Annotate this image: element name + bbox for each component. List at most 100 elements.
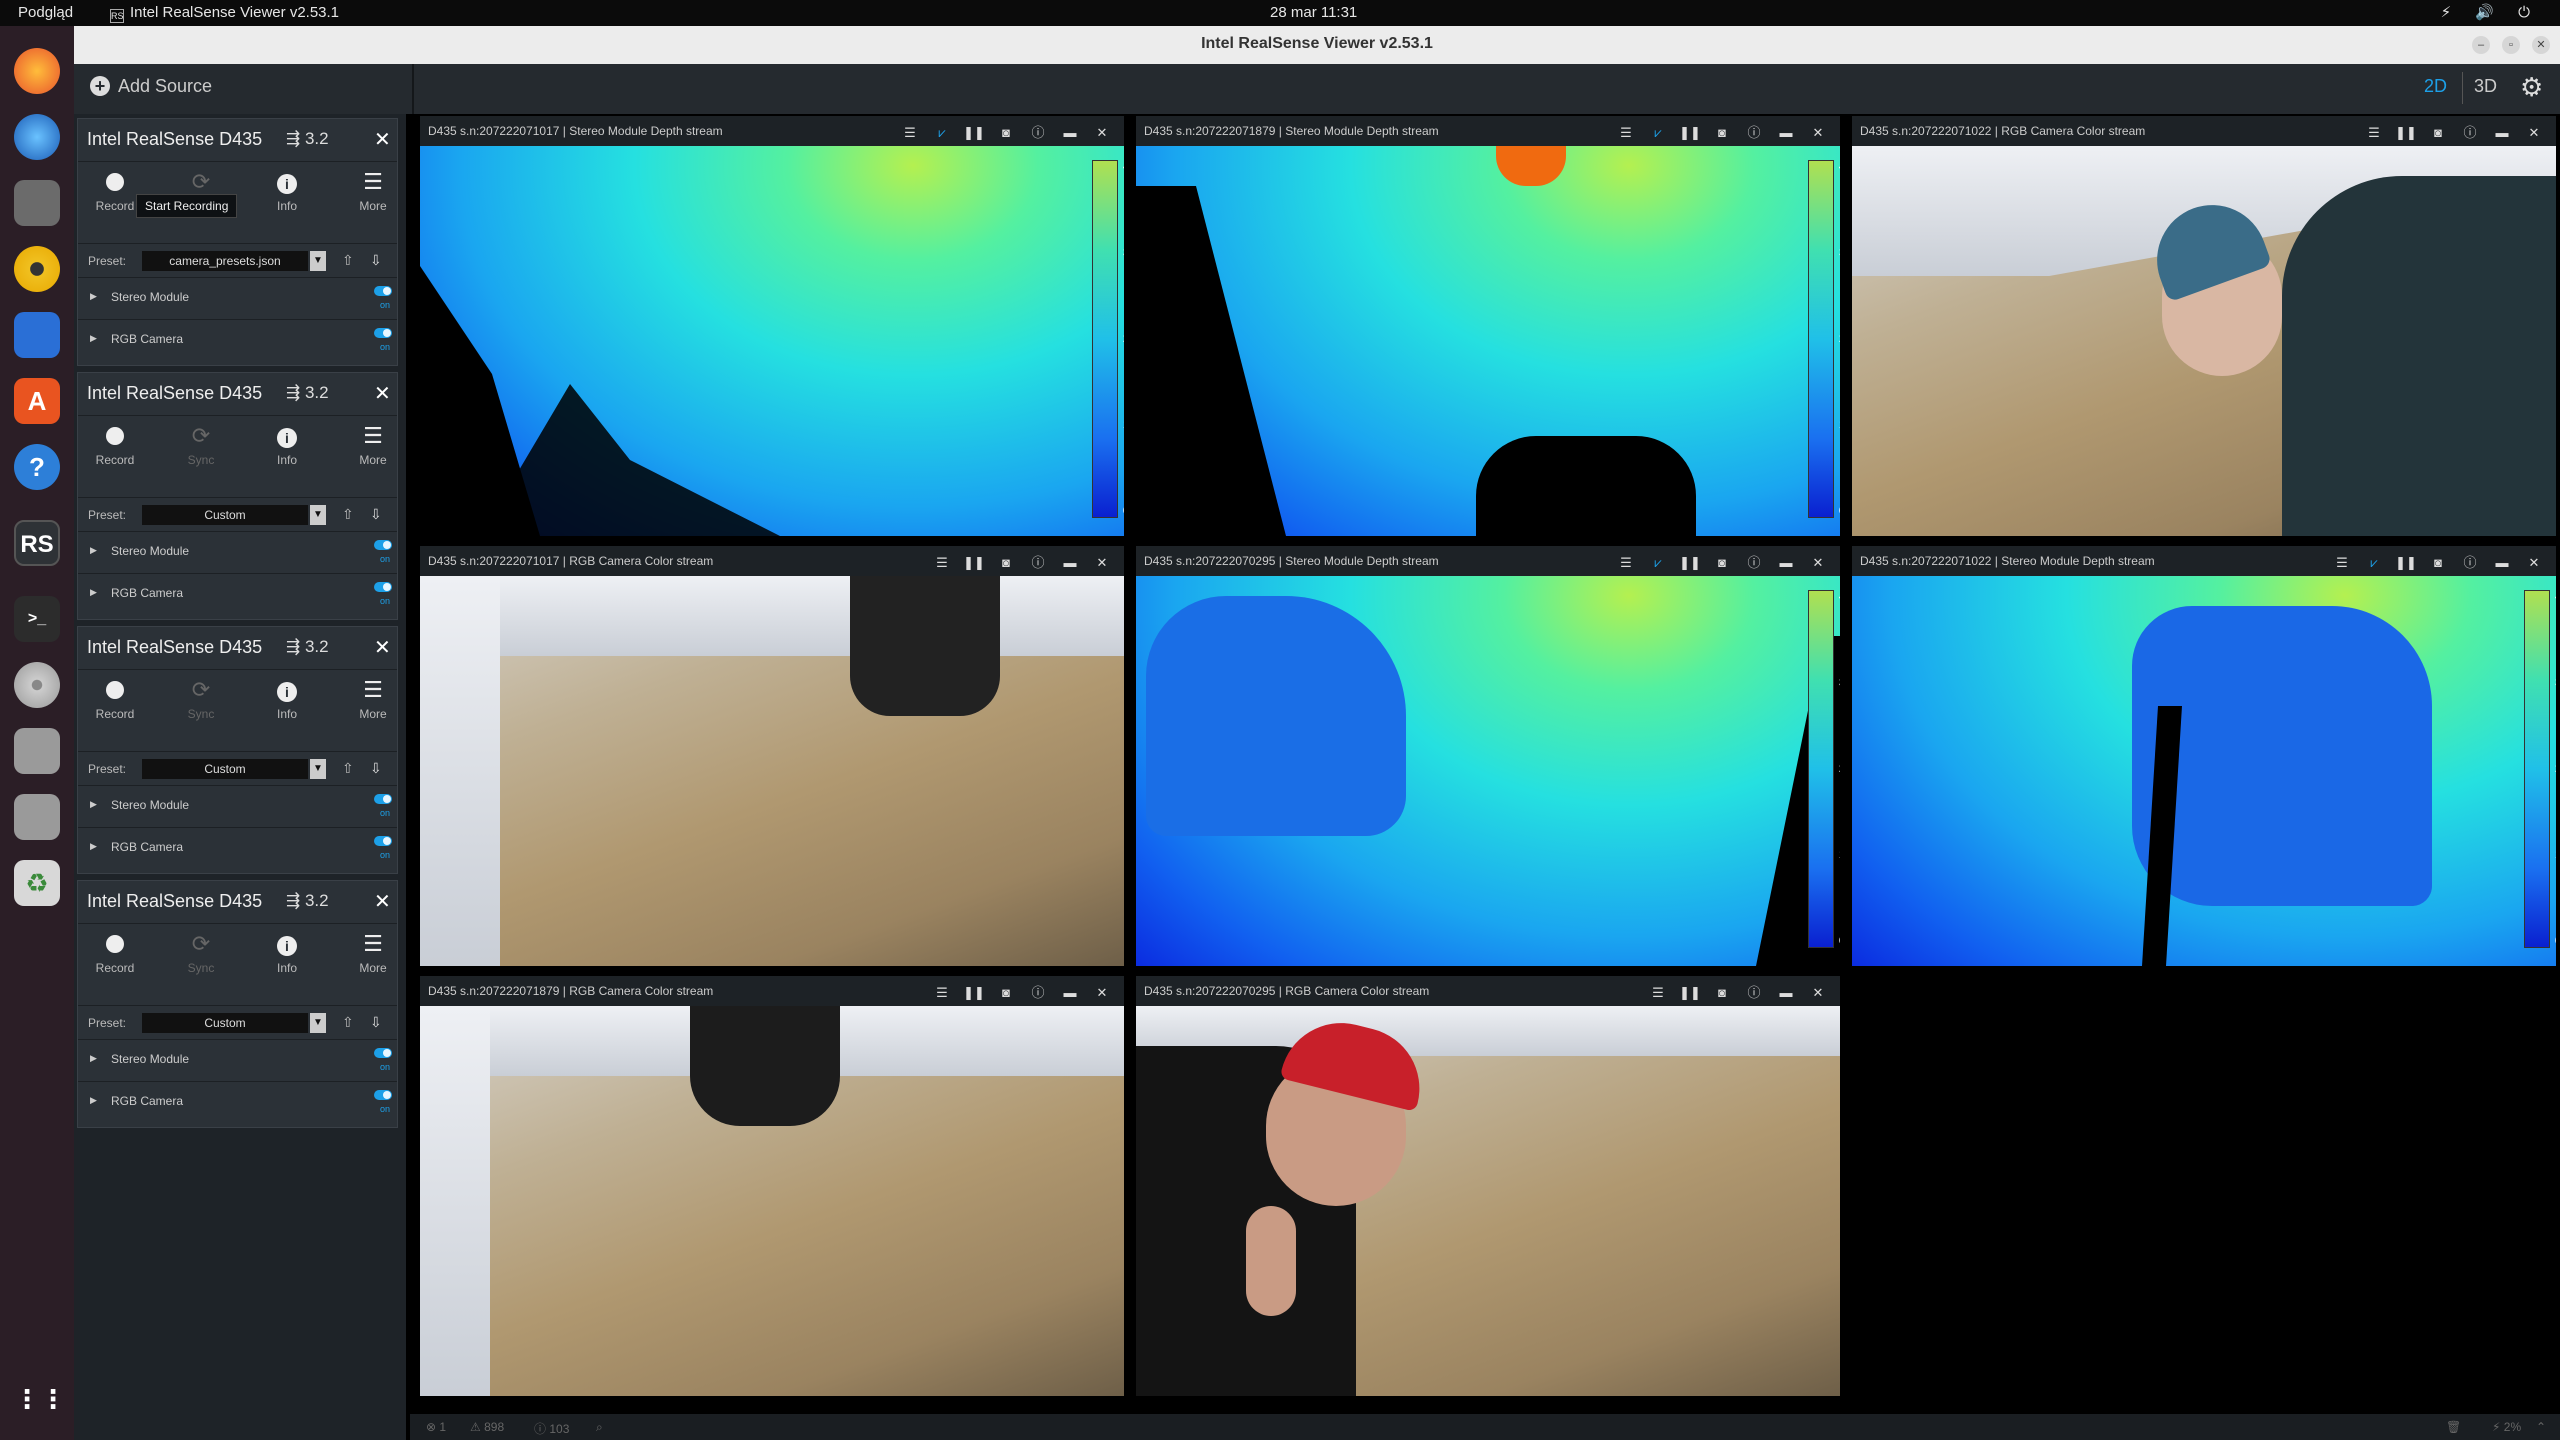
metrics-chart-icon[interactable]: ⩗ <box>1642 125 1674 141</box>
upload-icon[interactable]: ⇧ <box>342 760 354 777</box>
device-name[interactable]: Intel RealSense D435 <box>87 129 262 150</box>
info-icon[interactable]: ⓘ <box>2454 552 2486 571</box>
options-list-icon[interactable]: ☰ <box>1610 555 1642 571</box>
sync-button[interactable]: ⟳Sync <box>166 423 236 467</box>
maximize-icon[interactable]: ▬ <box>1770 985 1802 1000</box>
remove-device-close-icon[interactable]: ✕ <box>374 381 391 406</box>
options-list-icon[interactable]: ☰ <box>926 555 958 571</box>
expand-triangle-icon[interactable]: ▶ <box>90 291 97 302</box>
download-icon[interactable]: ⇩ <box>370 252 382 269</box>
sensor-row[interactable]: ▶ Stereo Module on <box>78 785 397 825</box>
remove-device-close-icon[interactable]: ✕ <box>374 889 391 914</box>
info-count[interactable]: ⓘ 103 <box>534 1420 569 1437</box>
stream-panel[interactable]: D435 s.n:207222071879 | Stereo Module De… <box>1136 116 1840 536</box>
rhythmbox-icon[interactable] <box>14 246 60 292</box>
stream-panel[interactable]: D435 s.n:207222070295 | Stereo Module De… <box>1136 546 1840 966</box>
info-icon[interactable]: ⓘ <box>1022 552 1054 571</box>
system-tray[interactable]: ⚡ 🔊 ⏻ <box>2441 3 2540 21</box>
close-stream-icon[interactable]: ✕ <box>2518 125 2550 141</box>
collapse-icon[interactable]: ⌃ <box>2536 1420 2546 1434</box>
sensor-row[interactable]: ▶ Stereo Module on <box>78 1039 397 1079</box>
download-icon[interactable]: ⇩ <box>370 1014 382 1031</box>
snapshot-camera-icon[interactable]: ◙ <box>1706 555 1738 570</box>
realsense-icon[interactable]: RS <box>14 520 60 566</box>
stream-panel[interactable]: D435 s.n:207222071017 | Stereo Module De… <box>420 116 1124 536</box>
preset-select[interactable]: camera_presets.json <box>142 251 308 271</box>
chevron-down-icon[interactable]: ▼ <box>310 1013 326 1033</box>
sensor-toggle[interactable] <box>374 540 392 550</box>
stream-panel[interactable]: D435 s.n:207222071022 | Stereo Module De… <box>1852 546 2556 966</box>
activities-label[interactable]: Podgląd <box>18 4 73 21</box>
error-count[interactable]: ⊗ 1 <box>426 1420 446 1434</box>
preset-select[interactable]: Custom <box>142 759 308 779</box>
record-button[interactable]: Record <box>80 423 150 467</box>
pause-icon[interactable]: ❚❚ <box>2390 555 2422 571</box>
expand-triangle-icon[interactable]: ▶ <box>90 841 97 852</box>
disc-icon[interactable] <box>14 662 60 708</box>
more-button[interactable]: ☰ More <box>338 677 408 721</box>
options-list-icon[interactable]: ☰ <box>1642 985 1674 1001</box>
info-button[interactable]: i Info <box>252 169 322 213</box>
info-icon[interactable]: ⓘ <box>1738 552 1770 571</box>
close-stream-icon[interactable]: ✕ <box>1802 555 1834 571</box>
options-list-icon[interactable]: ☰ <box>2326 555 2358 571</box>
stream-panel[interactable]: D435 s.n:207222071017 | RGB Camera Color… <box>420 546 1124 966</box>
snapshot-camera-icon[interactable]: ◙ <box>2422 125 2454 140</box>
info-button[interactable]: i Info <box>252 677 322 721</box>
maximize-icon[interactable]: ▬ <box>1054 125 1086 140</box>
ssd-drive-icon[interactable] <box>14 728 60 774</box>
depth-image[interactable]: 4 3 2 1 0 <box>1852 576 2556 966</box>
sensor-row[interactable]: ▶ RGB Camera on <box>78 827 397 867</box>
upload-icon[interactable]: ⇧ <box>342 252 354 269</box>
sensor-row[interactable]: ▶ Stereo Module on <box>78 277 397 317</box>
maximize-icon[interactable]: ▬ <box>1054 985 1086 1000</box>
upload-icon[interactable]: ⇧ <box>342 506 354 523</box>
add-source-button[interactable]: + Add Source <box>90 76 212 97</box>
remove-device-close-icon[interactable]: ✕ <box>374 635 391 660</box>
info-icon[interactable]: ⓘ <box>1738 122 1770 141</box>
sensor-row[interactable]: ▶ RGB Camera on <box>78 319 397 359</box>
writer-icon[interactable] <box>14 312 60 358</box>
close-stream-icon[interactable]: ✕ <box>1802 985 1834 1001</box>
ssd-drive-icon[interactable] <box>14 794 60 840</box>
options-list-icon[interactable]: ☰ <box>926 985 958 1001</box>
expand-triangle-icon[interactable]: ▶ <box>90 1095 97 1106</box>
close-stream-icon[interactable]: ✕ <box>1086 555 1118 571</box>
color-image[interactable] <box>1136 1006 1840 1396</box>
thunderbird-icon[interactable] <box>14 114 60 160</box>
chevron-down-icon[interactable]: ▼ <box>310 505 326 525</box>
close-stream-icon[interactable]: ✕ <box>2518 555 2550 571</box>
options-list-icon[interactable]: ☰ <box>894 125 926 141</box>
upload-icon[interactable]: ⇧ <box>342 1014 354 1031</box>
pause-icon[interactable]: ❚❚ <box>1674 555 1706 571</box>
close-stream-icon[interactable]: ✕ <box>1086 125 1118 141</box>
trash-icon[interactable]: 🗑 <box>2446 1420 2461 1434</box>
expand-triangle-icon[interactable]: ▶ <box>90 545 97 556</box>
sensor-toggle[interactable] <box>374 794 392 804</box>
metrics-chart-icon[interactable]: ⩗ <box>2358 555 2390 571</box>
close-stream-icon[interactable]: ✕ <box>1086 985 1118 1001</box>
maximize-icon[interactable]: ▬ <box>2486 555 2518 570</box>
device-name[interactable]: Intel RealSense D435 <box>87 891 262 912</box>
maximize-icon[interactable]: ▬ <box>1054 555 1086 570</box>
snapshot-camera-icon[interactable]: ◙ <box>2422 555 2454 570</box>
app-center-icon[interactable]: A <box>14 378 60 424</box>
snapshot-camera-icon[interactable]: ◙ <box>1706 125 1738 140</box>
close-stream-icon[interactable]: ✕ <box>1802 125 1834 141</box>
remove-device-close-icon[interactable]: ✕ <box>374 127 391 152</box>
help-icon[interactable]: ? <box>14 444 60 490</box>
settings-gear-icon[interactable]: ⚙ <box>2520 72 2543 103</box>
preset-select[interactable]: Custom <box>142 1013 308 1033</box>
search-icon[interactable]: ⌕ <box>596 1420 603 1435</box>
color-image[interactable] <box>420 1006 1124 1396</box>
view-2d-toggle[interactable]: 2D <box>2424 76 2447 97</box>
info-icon[interactable]: ⓘ <box>1022 982 1054 1001</box>
chevron-down-icon[interactable]: ▼ <box>310 759 326 779</box>
sensor-row[interactable]: ▶ Stereo Module on <box>78 531 397 571</box>
maximize-icon[interactable]: ▬ <box>2486 125 2518 140</box>
minimize-icon[interactable]: – <box>2472 36 2490 54</box>
more-button[interactable]: ☰ More <box>338 169 408 213</box>
close-icon[interactable]: ✕ <box>2532 36 2550 54</box>
sensor-row[interactable]: ▶ RGB Camera on <box>78 573 397 613</box>
warning-count[interactable]: ⚠ 898 <box>470 1420 504 1434</box>
